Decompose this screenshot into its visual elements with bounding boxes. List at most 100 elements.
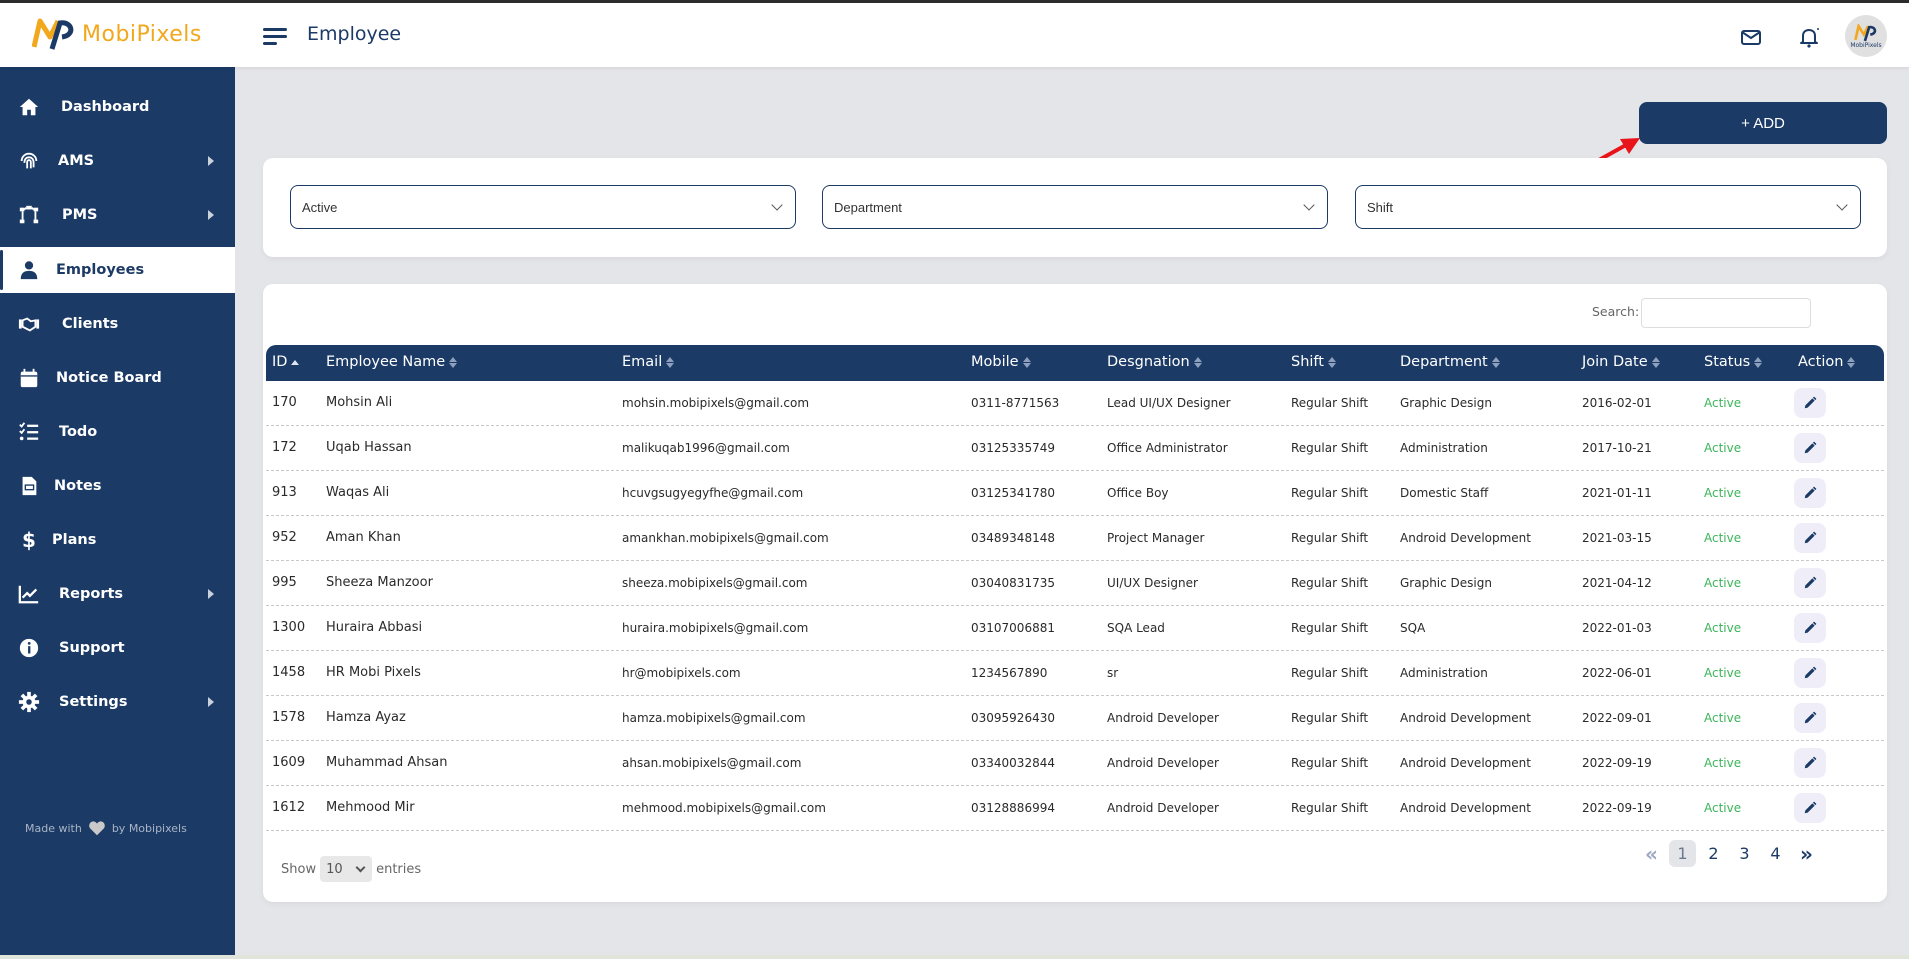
avatar-logo-icon bbox=[1854, 23, 1877, 41]
cell-mobile: 03095926430 bbox=[971, 711, 1055, 725]
table-row: 1300 Huraira Abbasi huraira.mobipixels@gma… bbox=[266, 606, 1884, 651]
column-header-join-date[interactable]: Join Date bbox=[1582, 354, 1660, 370]
cell-designation: sr bbox=[1107, 666, 1119, 680]
sort-icon bbox=[1193, 356, 1202, 368]
mail-icon[interactable] bbox=[1739, 25, 1763, 49]
cell-id: 1458 bbox=[272, 665, 306, 680]
previous-page-button[interactable]: « bbox=[1638, 840, 1665, 867]
checklist-icon bbox=[19, 422, 39, 441]
page-button-3[interactable]: 3 bbox=[1731, 840, 1758, 867]
sidebar-item-plans[interactable]: $ Plans bbox=[0, 517, 235, 563]
cell-email: huraira.mobipixels@gmail.com bbox=[622, 621, 809, 635]
page-button-1[interactable]: 1 bbox=[1669, 840, 1696, 867]
column-header-mobile[interactable]: Mobile bbox=[971, 354, 1031, 370]
project-diagram-icon bbox=[19, 205, 39, 224]
page-title: Employee bbox=[307, 23, 402, 45]
table-header: ID Employee Name Email Mobile Desgnation Shif… bbox=[266, 345, 1884, 381]
cell-email: mohsin.mobipixels@gmail.com bbox=[622, 396, 810, 410]
status-filter-select[interactable]: Active bbox=[290, 185, 796, 229]
fingerprint-icon bbox=[20, 152, 38, 169]
cell-email: malikuqab1996@gmail.com bbox=[622, 441, 790, 455]
cell-id: 995 bbox=[272, 575, 297, 590]
show-entries-control: Show 10 entries bbox=[281, 856, 421, 882]
brand-logo[interactable]: MobiPixels bbox=[32, 17, 202, 51]
cell-designation: Android Developer bbox=[1107, 711, 1219, 725]
caret-right-icon bbox=[208, 697, 214, 707]
department-filter-select[interactable]: Department bbox=[822, 185, 1328, 229]
edit-button[interactable] bbox=[1794, 658, 1826, 688]
page-button-4[interactable]: 4 bbox=[1762, 840, 1789, 867]
column-header-desgnation[interactable]: Desgnation bbox=[1107, 354, 1202, 370]
column-header-employee-name[interactable]: Employee Name bbox=[326, 354, 458, 370]
column-header-id[interactable]: ID bbox=[272, 354, 300, 370]
chart-line-icon bbox=[18, 585, 39, 604]
edit-button[interactable] bbox=[1794, 433, 1826, 463]
sidebar-item-clients[interactable]: Clients bbox=[0, 301, 235, 347]
cell-mobile: 03340032844 bbox=[971, 756, 1055, 770]
top-header: MobiPixels Employee MobiPixels bbox=[0, 3, 1909, 67]
next-page-button[interactable]: » bbox=[1793, 840, 1820, 867]
sidebar-item-todo[interactable]: Todo bbox=[0, 409, 235, 455]
cell-status: Active bbox=[1704, 486, 1742, 500]
menu-toggle-icon[interactable] bbox=[263, 26, 287, 46]
edit-button[interactable] bbox=[1794, 523, 1826, 553]
edit-button[interactable] bbox=[1794, 478, 1826, 508]
sidebar-item-support[interactable]: Support bbox=[0, 625, 235, 671]
edit-button[interactable] bbox=[1794, 613, 1826, 643]
page-button-2[interactable]: 2 bbox=[1700, 840, 1727, 867]
column-header-email[interactable]: Email bbox=[622, 354, 675, 370]
sidebar-item-label: AMS bbox=[58, 153, 95, 169]
edit-button[interactable] bbox=[1794, 793, 1826, 823]
user-icon bbox=[20, 261, 38, 280]
column-header-department[interactable]: Department bbox=[1400, 354, 1500, 370]
column-header-label: Action bbox=[1798, 354, 1844, 370]
sidebar-item-pms[interactable]: PMS bbox=[0, 192, 235, 238]
page-size-value: 10 bbox=[326, 861, 343, 877]
sidebar-item-dashboard[interactable]: Dashboard bbox=[0, 84, 235, 130]
cell-shift: Regular Shift bbox=[1291, 711, 1369, 725]
pencil-icon bbox=[1804, 666, 1817, 679]
status-filter-value: Active bbox=[302, 199, 338, 215]
cell-id: 1300 bbox=[272, 620, 306, 635]
cell-join-date: 2017-10-21 bbox=[1582, 441, 1652, 455]
bell-icon[interactable] bbox=[1797, 25, 1821, 49]
edit-button[interactable] bbox=[1794, 388, 1826, 418]
column-header-action[interactable]: Action bbox=[1798, 354, 1856, 370]
show-label: Show bbox=[281, 861, 317, 877]
sidebar-item-notice-board[interactable]: Notice Board bbox=[0, 355, 235, 401]
sidebar-item-label: Support bbox=[59, 640, 125, 656]
search-input[interactable] bbox=[1641, 298, 1811, 328]
shift-filter-select[interactable]: Shift bbox=[1355, 185, 1861, 229]
shift-filter-value: Shift bbox=[1367, 199, 1394, 215]
column-header-label: Email bbox=[622, 354, 663, 370]
page-size-select[interactable]: 10 bbox=[320, 856, 373, 882]
caret-right-icon bbox=[208, 210, 214, 220]
cell-status: Active bbox=[1704, 576, 1742, 590]
made-by-text: by Mobipixels bbox=[111, 821, 187, 835]
cell-status: Active bbox=[1704, 711, 1742, 725]
user-avatar[interactable]: MobiPixels bbox=[1845, 15, 1887, 57]
cell-name: Aman Khan bbox=[326, 530, 401, 545]
sidebar-item-reports[interactable]: Reports bbox=[0, 571, 235, 617]
cell-name: Mohsin Ali bbox=[326, 395, 393, 410]
cell-email: sheeza.mobipixels@gmail.com bbox=[622, 576, 808, 590]
column-header-status[interactable]: Status bbox=[1704, 354, 1763, 370]
column-header-shift[interactable]: Shift bbox=[1291, 354, 1336, 370]
sidebar-item-employees[interactable]: Employees bbox=[0, 247, 235, 293]
sidebar-item-ams[interactable]: AMS bbox=[0, 138, 235, 184]
sort-icon bbox=[1022, 356, 1031, 368]
sidebar-item-settings[interactable]: Settings bbox=[0, 679, 235, 725]
cell-designation: SQA Lead bbox=[1107, 621, 1165, 635]
edit-button[interactable] bbox=[1794, 703, 1826, 733]
made-with-footer: Made with by Mobipixels bbox=[25, 820, 187, 836]
cell-name: Muhammad Ahsan bbox=[326, 755, 448, 770]
cell-mobile: 03107006881 bbox=[971, 621, 1055, 635]
add-employee-button[interactable]: + ADD bbox=[1639, 102, 1887, 144]
calendar-icon bbox=[20, 368, 38, 388]
pencil-icon bbox=[1804, 576, 1817, 589]
sort-icon bbox=[1847, 356, 1856, 368]
edit-button[interactable] bbox=[1794, 748, 1826, 778]
pencil-icon bbox=[1804, 396, 1817, 409]
edit-button[interactable] bbox=[1794, 568, 1826, 598]
sidebar-item-notes[interactable]: Notes bbox=[0, 463, 235, 509]
